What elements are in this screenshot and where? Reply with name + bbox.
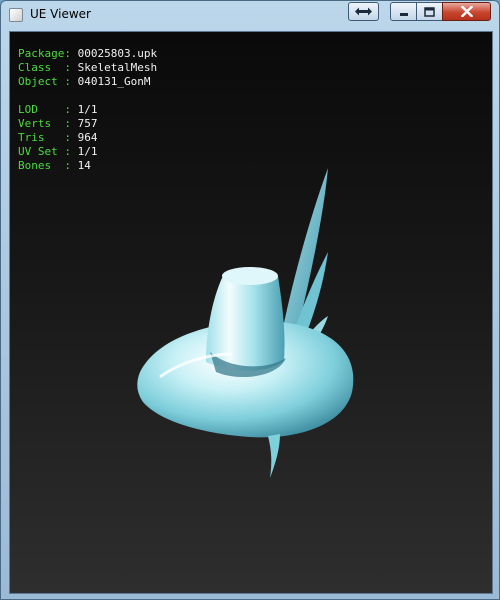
skeletal-mesh-model	[137, 168, 354, 478]
3d-viewport[interactable]: Package: 00025803.upk Class : SkeletalMe…	[9, 31, 493, 594]
title-bar[interactable]: UE Viewer	[1, 1, 499, 30]
maximize-button[interactable]	[416, 2, 443, 21]
close-icon	[460, 6, 473, 17]
double-arrow-icon	[355, 7, 372, 16]
brim-tail	[268, 434, 280, 478]
close-button[interactable]	[442, 2, 491, 21]
toggle-button[interactable]	[348, 2, 379, 21]
minimize-button[interactable]	[390, 2, 417, 21]
app-window: UE Viewer Package: 00025803.upk Class: …	[0, 0, 500, 600]
maximize-icon	[424, 6, 435, 17]
minimize-icon	[399, 12, 408, 16]
window-title: UE Viewer	[30, 7, 91, 21]
app-icon	[9, 8, 23, 22]
hat-crown-top	[222, 267, 278, 285]
